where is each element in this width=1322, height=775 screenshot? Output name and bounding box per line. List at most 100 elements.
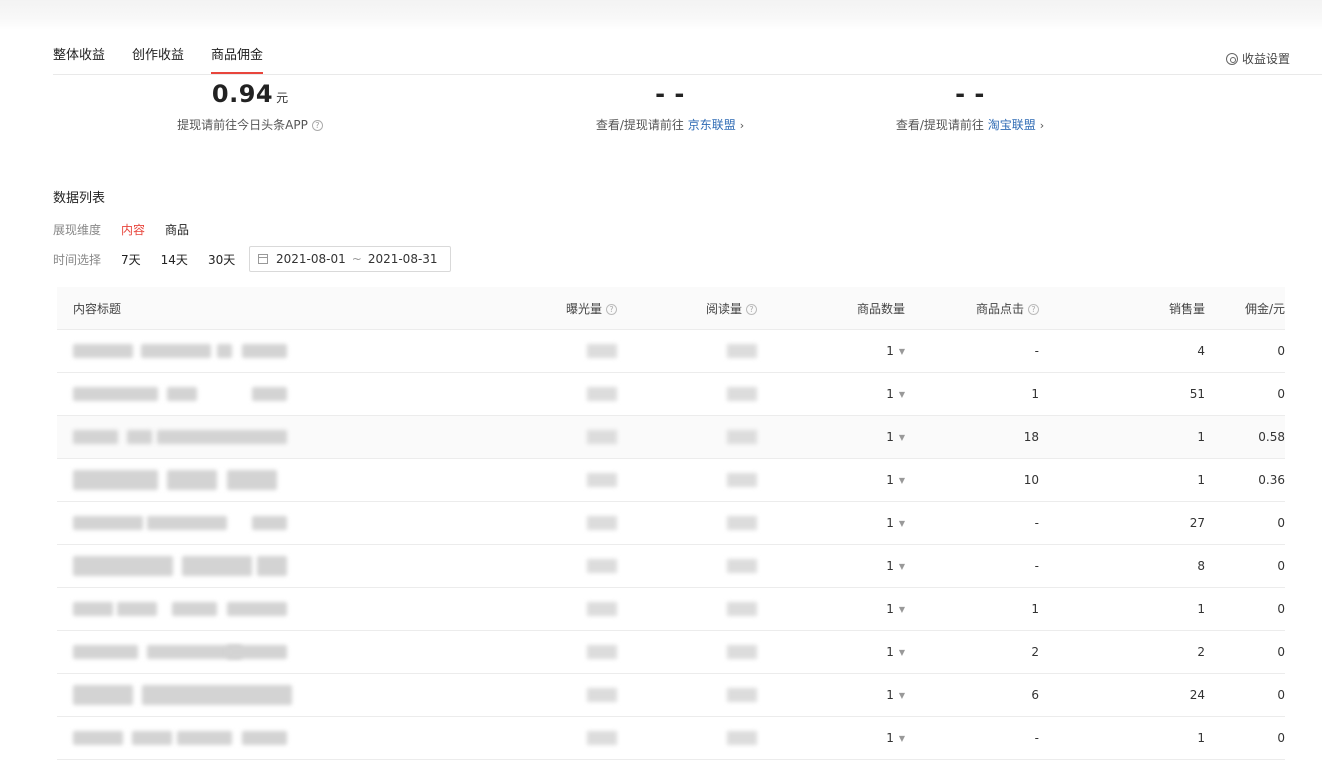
date-separator: ~ [351,252,362,266]
reads-cell [637,516,777,531]
redacted-number [587,387,617,402]
jd-union-link[interactable]: 京东联盟 [688,118,736,132]
time-filter: 时间选择 7天 14天 30天 [53,251,255,268]
caret-down-icon[interactable]: ▼ [899,476,905,485]
table-row[interactable]: 1 ▼ 1 1 0 [57,588,1285,631]
redacted-number [727,602,757,617]
goods-count-cell[interactable]: 1 ▼ [777,645,915,659]
date-start: 2021-08-01 [276,252,346,266]
commission-cell: 0 [1277,688,1285,702]
dimension-option-content[interactable]: 内容 [121,221,145,238]
redacted-number [587,516,617,531]
help-icon[interactable]: ? [1028,303,1039,315]
time-option-30d[interactable]: 30天 [208,251,235,268]
redacted-number [727,430,757,445]
content-title-cell[interactable] [57,631,497,673]
table-row[interactable]: 1 ▼ -27 0 [57,502,1285,545]
table-row[interactable]: 1 ▼ -8 0 [57,545,1285,588]
tab-overall-income[interactable]: 整体收益 [53,46,105,74]
caret-down-icon[interactable]: ▼ [899,390,905,399]
help-icon[interactable]: ? [606,303,617,315]
header-title: 内容标题 [73,301,122,316]
table-row[interactable]: 1 ▼ 6 24 0 [57,674,1285,717]
goods-count-cell[interactable]: 1 ▼ [777,430,915,444]
chevron-right-icon: › [1039,119,1045,132]
caret-down-icon[interactable]: ▼ [899,605,905,614]
goods-count-cell[interactable]: 1 ▼ [777,344,915,358]
table-row[interactable]: 1 ▼ -1 0 [57,717,1285,760]
header-goods: 商品数量 [856,301,905,316]
content-title-cell[interactable] [57,545,497,587]
redacted-text [172,602,217,616]
data-table: 内容标题 曝光量? 阅读量? 商品数量 商品点击? 销售量 佣金/元 1 ▼ -4 0… [57,287,1285,760]
reads-cell [637,602,777,617]
content-title-cell[interactable] [57,588,497,630]
caret-down-icon[interactable]: ▼ [899,648,905,657]
tab-creation-income[interactable]: 创作收益 [132,46,184,74]
help-icon[interactable]: ? [746,303,757,315]
goods-count-cell[interactable]: 1 ▼ [777,516,915,530]
clicks-cell: 6 [1031,688,1039,702]
redacted-number [587,688,617,703]
taobao-union-link[interactable]: 淘宝联盟 [988,118,1036,132]
table-row[interactable]: 1 ▼ -4 0 [57,330,1285,373]
redacted-text [73,602,113,616]
reads-cell [637,430,777,445]
redacted-number [587,430,617,445]
content-title-cell[interactable] [57,717,497,759]
content-title-cell[interactable] [57,416,497,458]
reads-cell [637,344,777,359]
goods-count-cell[interactable]: 1 ▼ [777,602,915,616]
caret-down-icon[interactable]: ▼ [899,691,905,700]
redacted-text [242,731,287,745]
goods-count-cell[interactable]: 1 ▼ [777,731,915,745]
exposure-cell [497,430,637,445]
income-settings-button[interactable]: 收益设置 [1225,50,1290,67]
commission-cell: 0 [1277,731,1285,745]
goods-count-cell[interactable]: 1 ▼ [777,688,915,702]
caret-down-icon[interactable]: ▼ [899,433,905,442]
content-title-cell[interactable] [57,330,497,372]
goods-count: 1 [886,602,894,616]
caret-down-icon[interactable]: ▼ [899,562,905,571]
help-icon[interactable]: ? [311,120,323,131]
time-label: 时间选择 [53,253,102,267]
table-row[interactable]: 1 ▼ 18 1 0.58 [57,416,1285,459]
sales-cell: 51 [1189,387,1205,401]
redacted-text [73,470,158,490]
caret-down-icon[interactable]: ▼ [899,734,905,743]
redacted-text [73,556,173,576]
goods-count-cell[interactable]: 1 ▼ [777,387,915,401]
redacted-text [73,731,123,745]
stat-value: 0.94 [211,80,274,108]
tab-product-commission[interactable]: 商品佣金 [211,46,264,74]
caret-down-icon[interactable]: ▼ [899,519,905,528]
content-title-cell[interactable] [57,674,497,716]
commission-cell: 0.58 [1258,430,1285,444]
redacted-number [727,387,757,402]
commission-cell: 0 [1277,344,1285,358]
time-option-7d[interactable]: 7天 [121,251,141,268]
time-option-14d[interactable]: 14天 [161,251,188,268]
date-end: 2021-08-31 [367,252,438,266]
table-row[interactable]: 1 ▼ 2 2 0 [57,631,1285,674]
tab-divider [53,74,1322,75]
content-title-cell[interactable] [57,502,497,544]
exposure-cell [497,559,637,574]
goods-count-cell[interactable]: 1 ▼ [777,559,915,573]
caret-down-icon[interactable]: ▼ [899,347,905,356]
date-range-picker[interactable]: 2021-08-01 ~ 2021-08-31 [249,246,451,272]
goods-count-cell[interactable]: 1 ▼ [777,473,915,487]
content-title-cell[interactable] [57,373,497,415]
commission-cell: 0 [1277,559,1285,573]
redacted-text [73,516,143,530]
sales-cell: 4 [1197,344,1205,358]
table-row[interactable]: 1 ▼ 10 1 0.36 [57,459,1285,502]
dimension-option-product[interactable]: 商品 [165,221,189,238]
redacted-number [727,645,757,660]
tab-bar: 整体收益 创作收益 商品佣金 [53,46,290,74]
table-row[interactable]: 1 ▼ 1 51 0 [57,373,1285,416]
content-title-cell[interactable] [57,459,497,501]
table-header: 内容标题 曝光量? 阅读量? 商品数量 商品点击? 销售量 佣金/元 [57,287,1285,330]
clicks-cell: - [1034,731,1039,745]
